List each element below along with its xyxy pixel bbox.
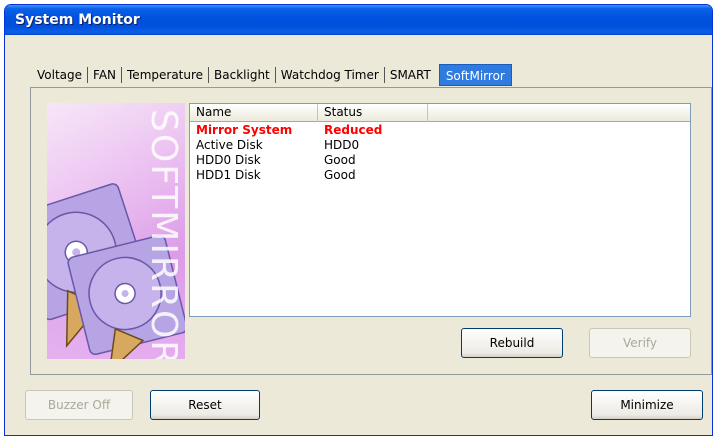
minimize-button[interactable]: Minimize [591, 390, 703, 420]
tab-watchdog-timer[interactable]: Watchdog Timer [277, 65, 383, 85]
item-status: Good [324, 168, 356, 182]
softmirror-brand-text: SOFTMIRROR [143, 109, 184, 359]
item-name: Mirror System [196, 123, 293, 137]
list-item[interactable]: HDD1 Disk Good [190, 168, 690, 183]
list-item[interactable]: Active Disk HDD0 [190, 138, 690, 153]
softmirror-logo: SOFTMIRROR [47, 103, 185, 359]
buzzer-off-button[interactable]: Buzzer Off [25, 390, 133, 420]
item-name: Active Disk [196, 138, 263, 152]
reset-button[interactable]: Reset [150, 390, 260, 420]
tab-separator [121, 67, 123, 83]
title-bar[interactable]: System Monitor [5, 5, 712, 35]
list-rows: Mirror System Reduced Active Disk HDD0 H… [190, 123, 690, 183]
item-name: HDD0 Disk [196, 153, 261, 167]
tab-smart[interactable]: SMART [386, 65, 435, 85]
item-name: HDD1 Disk [196, 168, 261, 182]
tab-softmirror[interactable]: SoftMirror [438, 64, 512, 86]
list-header: Name Status [190, 104, 690, 122]
list-item[interactable]: Mirror System Reduced [190, 123, 690, 138]
tab-separator [383, 67, 385, 83]
list-item[interactable]: HDD0 Disk Good [190, 153, 690, 168]
item-status: Reduced [324, 123, 383, 137]
item-status: HDD0 [324, 138, 360, 152]
column-header-status[interactable]: Status [318, 104, 428, 122]
softmirror-panel: SOFTMIRROR Name Status Mirror System Red… [30, 87, 712, 375]
tab-separator [274, 67, 276, 83]
window-title: System Monitor [15, 12, 140, 28]
verify-button[interactable]: Verify [589, 328, 691, 358]
tab-voltage[interactable]: Voltage [33, 65, 86, 85]
tab-separator [208, 67, 210, 83]
tab-strip: Voltage FAN Temperature Backlight Watchd… [33, 63, 512, 87]
status-list[interactable]: Name Status Mirror System Reduced Active… [189, 103, 691, 317]
tab-fan[interactable]: FAN [89, 65, 120, 85]
column-header-empty [428, 104, 690, 122]
item-status: Good [324, 153, 356, 167]
rebuild-button[interactable]: Rebuild [461, 328, 563, 358]
column-header-name[interactable]: Name [190, 104, 318, 122]
tab-backlight[interactable]: Backlight [210, 65, 274, 85]
tab-separator [87, 67, 89, 83]
system-monitor-window: System Monitor Voltage FAN Temperature B… [4, 4, 713, 436]
tab-temperature[interactable]: Temperature [123, 65, 207, 85]
